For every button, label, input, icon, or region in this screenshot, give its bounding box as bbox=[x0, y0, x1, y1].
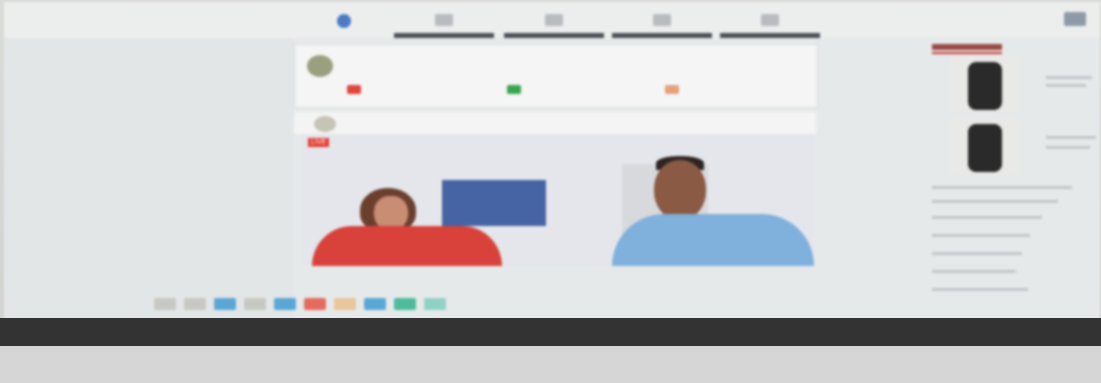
sidebar-ad-image-1[interactable] bbox=[950, 56, 1020, 112]
taskbar-icon[interactable] bbox=[214, 298, 236, 310]
composer-action-2[interactable] bbox=[507, 85, 527, 94]
messaging-icon bbox=[653, 14, 671, 26]
nav-tab-jobs[interactable] bbox=[504, 10, 604, 38]
photo-of-monitor: LIVE bbox=[0, 0, 1101, 383]
participant-left bbox=[312, 182, 502, 266]
sidebar-line bbox=[932, 186, 1072, 189]
participant-right bbox=[602, 154, 814, 266]
taskbar-icon[interactable] bbox=[304, 298, 326, 310]
left-pane bbox=[4, 38, 294, 320]
sidebar-title bbox=[932, 44, 1002, 50]
post-composer bbox=[294, 44, 818, 108]
post-header bbox=[294, 112, 816, 134]
taskbar-icon[interactable] bbox=[394, 298, 416, 310]
avatar[interactable] bbox=[307, 55, 333, 77]
sidebar-accent bbox=[932, 52, 1002, 54]
network-icon bbox=[435, 14, 453, 26]
home-icon bbox=[337, 14, 351, 28]
screen: LIVE bbox=[4, 2, 1100, 320]
taskbar-icon[interactable] bbox=[334, 298, 356, 310]
video-icon bbox=[347, 85, 361, 94]
nav-tab-home[interactable] bbox=[294, 10, 394, 38]
taskbar-icon[interactable] bbox=[184, 298, 206, 310]
top-nav-bar bbox=[4, 2, 1100, 38]
photo-icon bbox=[507, 85, 521, 94]
sidebar-ad-image-2[interactable] bbox=[950, 118, 1020, 174]
sidebar-text-2 bbox=[1046, 136, 1096, 139]
live-video[interactable]: LIVE bbox=[302, 134, 814, 266]
notifications-icon bbox=[761, 14, 779, 26]
article-icon bbox=[665, 85, 679, 94]
grid-icon[interactable] bbox=[1064, 12, 1086, 26]
taskbar-icon[interactable] bbox=[244, 298, 266, 310]
taskbar-icon[interactable] bbox=[364, 298, 386, 310]
desk-surface bbox=[0, 346, 1101, 383]
composer-action-1[interactable] bbox=[347, 85, 367, 94]
nav-tab-notifications[interactable] bbox=[720, 10, 820, 38]
taskbar bbox=[154, 298, 446, 310]
composer-action-3[interactable] bbox=[665, 85, 685, 94]
taskbar-icon[interactable] bbox=[154, 298, 176, 310]
jobs-icon bbox=[545, 14, 563, 26]
taskbar-icon[interactable] bbox=[424, 298, 446, 310]
nav-tab-network[interactable] bbox=[394, 10, 494, 38]
nav-tab-messaging[interactable] bbox=[612, 10, 712, 38]
sidebar-text-1 bbox=[1046, 76, 1092, 79]
monitor-bezel bbox=[0, 318, 1101, 346]
right-sidebar bbox=[926, 38, 1100, 320]
live-badge: LIVE bbox=[308, 138, 330, 147]
post-avatar[interactable] bbox=[314, 116, 336, 132]
taskbar-icon[interactable] bbox=[274, 298, 296, 310]
